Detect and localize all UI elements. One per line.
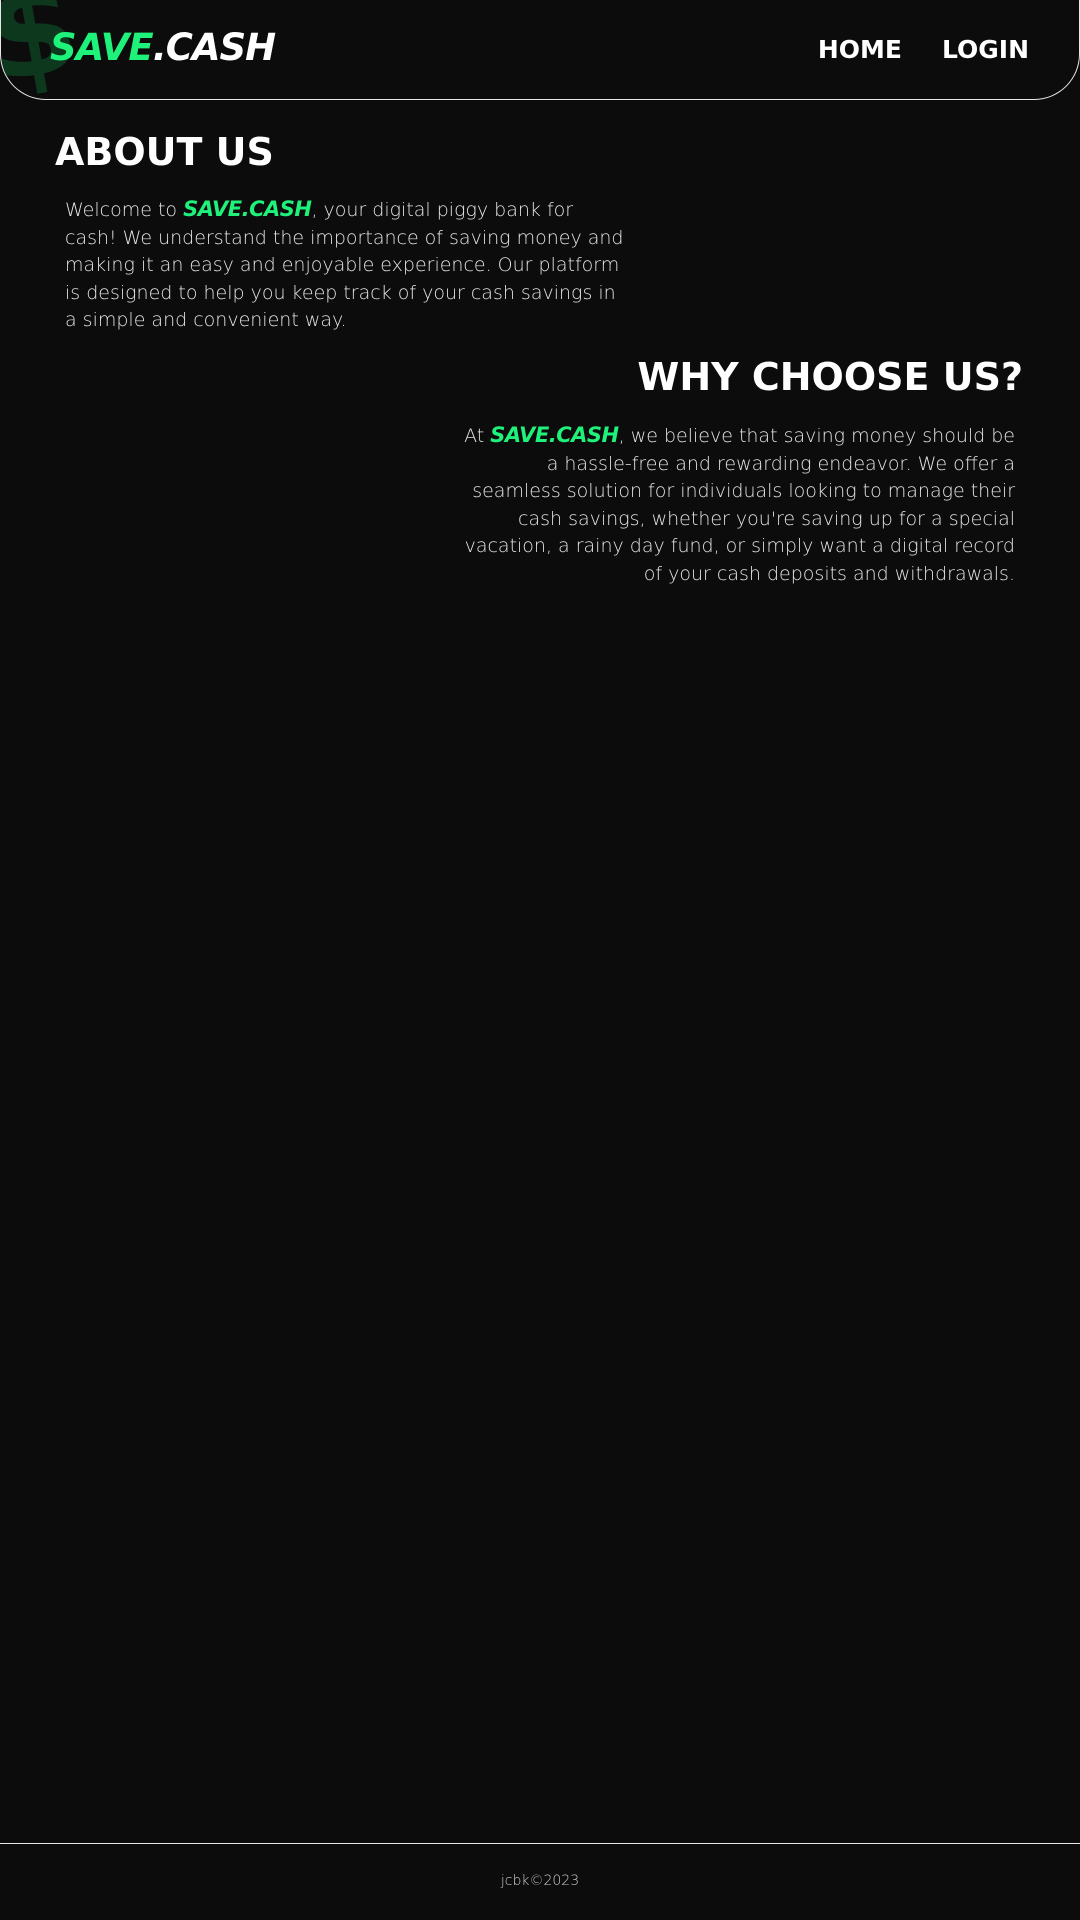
site-header: $ SAVE.CASH HOME LOGIN — [0, 0, 1080, 100]
about-brand-name: SAVE.CASH — [183, 197, 312, 221]
about-us-paragraph: Welcome to SAVE.CASH, your digital piggy… — [65, 196, 630, 335]
main-nav: HOME LOGIN — [818, 34, 1029, 66]
why-choose-us-paragraph: At SAVE.CASH, we believe that saving mon… — [455, 422, 1015, 588]
nav-home-link[interactable]: HOME — [818, 34, 902, 66]
why-brand-name: SAVE.CASH — [490, 423, 619, 447]
site-logo[interactable]: SAVE.CASH — [50, 24, 276, 72]
why-text-before: At — [464, 425, 491, 447]
page: $ SAVE.CASH HOME LOGIN ABOUT US Welcome … — [0, 0, 1080, 1920]
about-us-heading: ABOUT US — [55, 130, 274, 174]
logo-part-save: SAVE — [50, 26, 154, 69]
nav-login-link[interactable]: LOGIN — [942, 34, 1029, 66]
why-choose-us-heading: WHY CHOOSE US? — [637, 355, 1023, 399]
logo-part-cash: .CASH — [152, 26, 276, 69]
site-footer: jcbk©2023 — [0, 1843, 1080, 1920]
why-text-after: , we believe that saving money should be… — [464, 425, 1015, 585]
footer-copyright: jcbk©2023 — [500, 1873, 580, 1889]
about-text-before: Welcome to — [65, 199, 184, 221]
